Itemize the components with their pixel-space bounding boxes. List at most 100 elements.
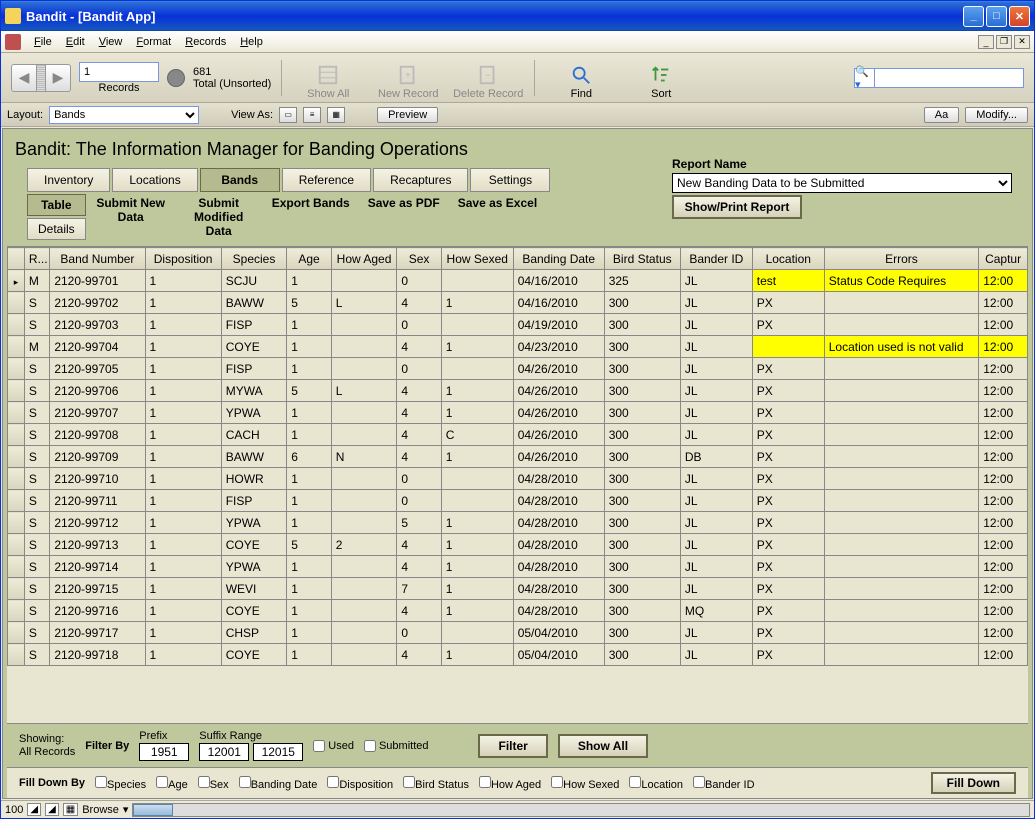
cell-loc[interactable]: PX xyxy=(752,402,824,424)
cell-bid[interactable]: JL xyxy=(680,644,752,666)
cell-sex[interactable]: 4 xyxy=(397,402,441,424)
cell-age[interactable]: 1 xyxy=(287,336,331,358)
cell-hs[interactable]: 1 xyxy=(441,402,513,424)
cell-disp[interactable]: 1 xyxy=(145,490,221,512)
cell-r[interactable]: S xyxy=(24,424,49,446)
cell-cap[interactable]: 12:00 xyxy=(979,512,1028,534)
quick-search[interactable]: 🔍▾ xyxy=(854,68,1024,88)
row-selector[interactable] xyxy=(8,402,25,424)
cell-sp[interactable]: SCJU xyxy=(221,270,287,292)
cell-hs[interactable]: 1 xyxy=(441,556,513,578)
prev-record-icon[interactable]: ◀ xyxy=(12,65,36,91)
cell-r[interactable]: S xyxy=(24,578,49,600)
view-list-button[interactable]: ≡ xyxy=(303,107,321,123)
cell-date[interactable]: 04/26/2010 xyxy=(513,402,604,424)
col-header[interactable]: Location xyxy=(752,248,824,270)
cell-bs[interactable]: 300 xyxy=(604,644,680,666)
col-header[interactable]: Disposition xyxy=(145,248,221,270)
titlebar[interactable]: Bandit - [Bandit App] _ □ ✕ xyxy=(1,1,1034,31)
fill-opt-how-sexed[interactable]: How Sexed xyxy=(551,776,619,791)
cell-bid[interactable]: JL xyxy=(680,358,752,380)
cell-loc[interactable]: PX xyxy=(752,468,824,490)
tab-reference[interactable]: Reference xyxy=(282,168,371,192)
menu-file[interactable]: File xyxy=(27,34,59,50)
cell-loc[interactable]: PX xyxy=(752,600,824,622)
cell-date[interactable]: 04/19/2010 xyxy=(513,314,604,336)
cell-bs[interactable]: 325 xyxy=(604,270,680,292)
cell-bs[interactable]: 300 xyxy=(604,578,680,600)
cell-sex[interactable]: 4 xyxy=(397,556,441,578)
save-pdf-button[interactable]: Save as PDF xyxy=(360,194,448,212)
cell-err[interactable]: Location used is not valid xyxy=(824,336,978,358)
cell-bid[interactable]: JL xyxy=(680,468,752,490)
layout-select[interactable]: Bands xyxy=(49,106,199,124)
tab-recaptures[interactable]: Recaptures xyxy=(373,168,468,192)
col-header[interactable]: How Sexed xyxy=(441,248,513,270)
cell-r[interactable]: S xyxy=(24,622,49,644)
zoom-out-icon[interactable]: ◢ xyxy=(27,803,41,816)
prefix-input[interactable] xyxy=(139,743,189,761)
row-selector[interactable] xyxy=(8,336,25,358)
cell-band[interactable]: 2120-99710 xyxy=(50,468,145,490)
cell-cap[interactable]: 12:00 xyxy=(979,336,1028,358)
record-slider[interactable] xyxy=(36,65,46,91)
cell-sp[interactable]: COYE xyxy=(221,600,287,622)
mode-dropdown-icon[interactable]: ▾ xyxy=(123,803,129,816)
cell-ha[interactable] xyxy=(331,424,397,446)
cell-sp[interactable]: CHSP xyxy=(221,622,287,644)
cell-bs[interactable]: 300 xyxy=(604,622,680,644)
new-record-button[interactable]: + New Record xyxy=(372,56,444,100)
cell-sex[interactable]: 0 xyxy=(397,468,441,490)
cell-age[interactable]: 1 xyxy=(287,270,331,292)
horizontal-scrollbar[interactable] xyxy=(132,803,1030,817)
row-selector[interactable] xyxy=(8,468,25,490)
next-record-icon[interactable]: ▶ xyxy=(46,65,70,91)
row-selector[interactable] xyxy=(8,490,25,512)
cell-ha[interactable] xyxy=(331,314,397,336)
cell-bid[interactable]: JL xyxy=(680,292,752,314)
cell-ha[interactable] xyxy=(331,490,397,512)
zoom-in-icon[interactable]: ◢ xyxy=(45,803,59,816)
cell-hs[interactable]: 1 xyxy=(441,600,513,622)
cell-age[interactable]: 5 xyxy=(287,380,331,402)
cell-band[interactable]: 2120-99708 xyxy=(50,424,145,446)
cell-bs[interactable]: 300 xyxy=(604,490,680,512)
cell-loc[interactable]: PX xyxy=(752,446,824,468)
cell-sex[interactable]: 0 xyxy=(397,622,441,644)
cell-err[interactable] xyxy=(824,402,978,424)
cell-sp[interactable]: FISP xyxy=(221,358,287,380)
cell-disp[interactable]: 1 xyxy=(145,512,221,534)
col-header[interactable]: Banding Date xyxy=(513,248,604,270)
row-selector[interactable] xyxy=(8,424,25,446)
cell-bid[interactable]: JL xyxy=(680,336,752,358)
cell-age[interactable]: 1 xyxy=(287,600,331,622)
fill-opt-how-aged[interactable]: How Aged xyxy=(479,776,541,791)
search-input[interactable] xyxy=(874,68,1024,88)
cell-date[interactable]: 04/26/2010 xyxy=(513,446,604,468)
fill-opt-bird-status[interactable]: Bird Status xyxy=(403,776,469,791)
cell-err[interactable] xyxy=(824,490,978,512)
cell-hs[interactable] xyxy=(441,622,513,644)
cell-disp[interactable]: 1 xyxy=(145,270,221,292)
cell-date[interactable]: 04/26/2010 xyxy=(513,358,604,380)
cell-age[interactable]: 1 xyxy=(287,490,331,512)
cell-band[interactable]: 2120-99704 xyxy=(50,336,145,358)
cell-band[interactable]: 2120-99718 xyxy=(50,644,145,666)
cell-ha[interactable] xyxy=(331,556,397,578)
cell-bid[interactable]: JL xyxy=(680,622,752,644)
view-form-button[interactable]: ▭ xyxy=(279,107,297,123)
cell-r[interactable]: S xyxy=(24,600,49,622)
cell-sp[interactable]: YPWA xyxy=(221,402,287,424)
cell-bs[interactable]: 300 xyxy=(604,600,680,622)
cell-date[interactable]: 04/28/2010 xyxy=(513,468,604,490)
cell-hs[interactable]: 1 xyxy=(441,534,513,556)
cell-sp[interactable]: YPWA xyxy=(221,512,287,534)
cell-date[interactable]: 05/04/2010 xyxy=(513,622,604,644)
cell-cap[interactable]: 12:00 xyxy=(979,578,1028,600)
fill-opt-age[interactable]: Age xyxy=(156,776,188,791)
cell-r[interactable]: M xyxy=(24,270,49,292)
cell-bid[interactable]: JL xyxy=(680,314,752,336)
cell-r[interactable]: S xyxy=(24,644,49,666)
col-header[interactable]: Species xyxy=(221,248,287,270)
cell-age[interactable]: 6 xyxy=(287,446,331,468)
